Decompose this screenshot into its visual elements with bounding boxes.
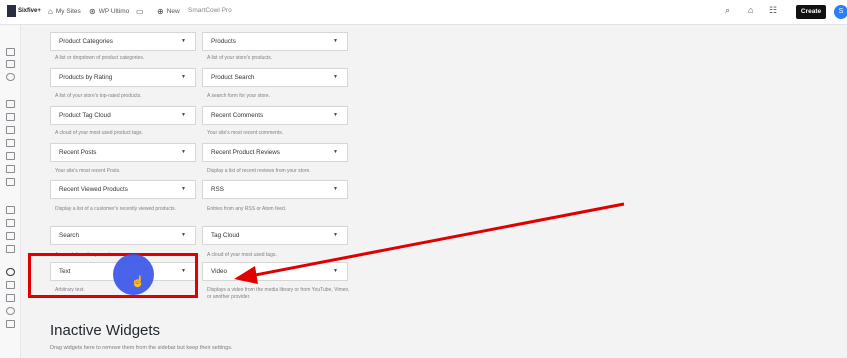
- arrow-head: [234, 266, 258, 284]
- annotation-arrow: [234, 202, 625, 284]
- arrow-line: [249, 202, 625, 278]
